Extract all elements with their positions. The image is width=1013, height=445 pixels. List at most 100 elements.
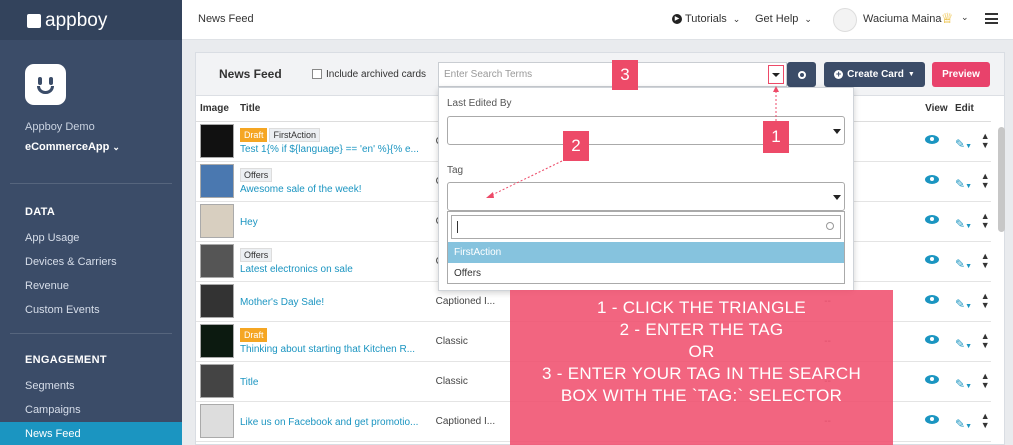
edit-icon[interactable]: ✎ (955, 257, 965, 271)
divider (10, 333, 172, 334)
app-icon (25, 64, 66, 105)
app-selector[interactable]: eCommerceApp ⌄ (25, 141, 120, 153)
archived-checkbox[interactable] (312, 69, 322, 79)
edit-icon[interactable]: ✎ (955, 337, 965, 351)
tutorials-menu[interactable]: ▶ Tutorials ⌄ (672, 13, 740, 25)
tag-search-input[interactable] (451, 215, 841, 239)
title-cell: Hey (235, 201, 432, 242)
create-card-button[interactable]: + Create Card ▼ (824, 62, 925, 87)
card-thumbnail[interactable] (200, 244, 234, 278)
title-cell: Draft FirstAction Test 1{% if ${language} … (235, 121, 432, 162)
move-arrows-icon[interactable]: ▲ ▼ (981, 331, 990, 350)
edit-icon[interactable]: ✎ (955, 377, 965, 391)
edit-cell: ✎▼ ▲ ▼ (951, 201, 991, 242)
type-cell: Captioned I... (431, 401, 508, 442)
caret-down-icon (833, 195, 841, 200)
sidebar-item-campaigns[interactable]: Campaigns (25, 404, 81, 416)
user-name[interactable]: Waciuma Maina (863, 13, 941, 25)
edit-icon[interactable]: ✎ (955, 137, 965, 151)
image-cell (196, 161, 236, 202)
panel-title: News Feed (219, 67, 282, 81)
card-thumbnail[interactable] (200, 124, 234, 158)
move-arrows-icon[interactable]: ▲ ▼ (981, 251, 990, 270)
sidebar-item-devices[interactable]: Devices & Carriers (25, 256, 117, 268)
card-thumbnail[interactable] (200, 364, 234, 398)
avatar[interactable] (833, 8, 857, 32)
caret-down-icon: ▼ (907, 71, 915, 78)
hamburger-menu-icon[interactable] (985, 13, 998, 24)
app-group-label: Appboy Demo (25, 121, 95, 133)
appboy-logo[interactable]: appboy (27, 10, 107, 32)
title-cell: Offers Awesome sale of the week! (235, 161, 432, 202)
tag-option-firstaction[interactable] (448, 242, 844, 263)
card-thumbnail[interactable] (200, 204, 234, 238)
edit-cell: ✎▼ ▲ ▼ (951, 161, 991, 202)
eye-icon[interactable] (925, 335, 940, 344)
card-title-link[interactable]: Title (240, 377, 432, 388)
sidebar-item-label: News Feed (25, 428, 81, 440)
sidebar-item-custom-events[interactable]: Custom Events (25, 304, 100, 316)
eye-icon[interactable] (925, 375, 940, 384)
card-title-link[interactable]: Mother's Day Sale! (240, 297, 432, 308)
eye-icon[interactable] (925, 415, 940, 424)
column-header-title[interactable]: Title (235, 96, 432, 122)
move-arrows-icon[interactable]: ▲ ▼ (981, 371, 990, 390)
eye-icon[interactable] (925, 295, 940, 304)
help-menu[interactable]: Get Help ⌄ (755, 13, 812, 25)
card-thumbnail[interactable] (200, 284, 234, 318)
tag-option-offers[interactable]: Offers (454, 268, 481, 279)
caret-down-icon[interactable]: ▼ (965, 303, 972, 310)
tag-label: Tag (447, 165, 464, 176)
play-icon: ▶ (672, 14, 682, 24)
edit-icon[interactable]: ✎ (955, 177, 965, 191)
edit-icon[interactable]: ✎ (955, 217, 965, 231)
move-arrows-icon[interactable]: ▲ ▼ (981, 291, 990, 310)
column-header-image[interactable]: Image (196, 96, 236, 122)
card-title-link[interactable]: Awesome sale of the week! (240, 184, 432, 195)
card-title-link[interactable]: Test 1{% if ${language} == 'en' %}{% e..… (240, 144, 432, 155)
instruction-line: 2 - ENTER THE TAG (619, 320, 784, 339)
move-arrows-icon[interactable]: ▲ ▼ (981, 211, 990, 230)
move-arrows-icon[interactable]: ▲ ▼ (981, 171, 990, 190)
tag-badge: Draft (239, 327, 268, 342)
edit-cell: ✎▼ ▲ ▼ (951, 241, 991, 282)
card-title-link[interactable]: Like us on Facebook and get promotio... (240, 417, 432, 428)
eye-icon[interactable] (925, 175, 940, 184)
eye-icon[interactable] (925, 215, 940, 224)
caret-down-icon (833, 129, 841, 134)
edit-icon[interactable]: ✎ (955, 417, 965, 431)
appboy-logo-icon (27, 14, 41, 28)
caret-down-icon[interactable]: ▼ (965, 263, 972, 270)
edit-cell: ✎▼ ▲ ▼ (951, 281, 991, 322)
move-arrows-icon[interactable]: ▲ ▼ (981, 411, 990, 430)
arrow-1-head (773, 86, 779, 92)
caret-down-icon[interactable]: ▼ (965, 183, 972, 190)
eye-icon[interactable] (925, 135, 940, 144)
caret-down-icon[interactable]: ▼ (965, 223, 972, 230)
image-cell (196, 241, 236, 282)
caret-down-icon[interactable]: ▼ (965, 383, 972, 390)
scrollbar[interactable] (998, 127, 1005, 232)
image-cell (196, 321, 236, 362)
card-thumbnail[interactable] (200, 404, 234, 438)
edit-icon[interactable]: ✎ (955, 297, 965, 311)
image-cell (196, 121, 236, 162)
sidebar-item-revenue[interactable]: Revenue (25, 280, 69, 292)
move-arrows-icon[interactable]: ▲ ▼ (981, 131, 990, 150)
preview-button[interactable]: Preview (932, 62, 990, 87)
eye-icon[interactable] (925, 255, 940, 264)
chevron-down-icon: ⌄ (112, 142, 120, 152)
card-title-link[interactable]: Latest electronics on sale (240, 264, 432, 275)
sidebar-item-segments[interactable]: Segments (25, 380, 75, 392)
image-cell (196, 401, 236, 442)
card-thumbnail[interactable] (200, 324, 234, 358)
caret-down-icon[interactable]: ▼ (965, 423, 972, 430)
card-thumbnail[interactable] (200, 164, 234, 198)
card-title-link[interactable]: Hey (240, 217, 432, 228)
sidebar-item-app-usage[interactable]: App Usage (25, 232, 79, 244)
caret-down-icon[interactable]: ▼ (965, 143, 972, 150)
caret-down-icon[interactable]: ▼ (965, 343, 972, 350)
tag-badge: Offers (239, 247, 273, 262)
chevron-down-icon[interactable]: ⌄ (961, 12, 969, 23)
card-title-link[interactable]: Thinking about starting that Kitchen R..… (240, 344, 432, 355)
